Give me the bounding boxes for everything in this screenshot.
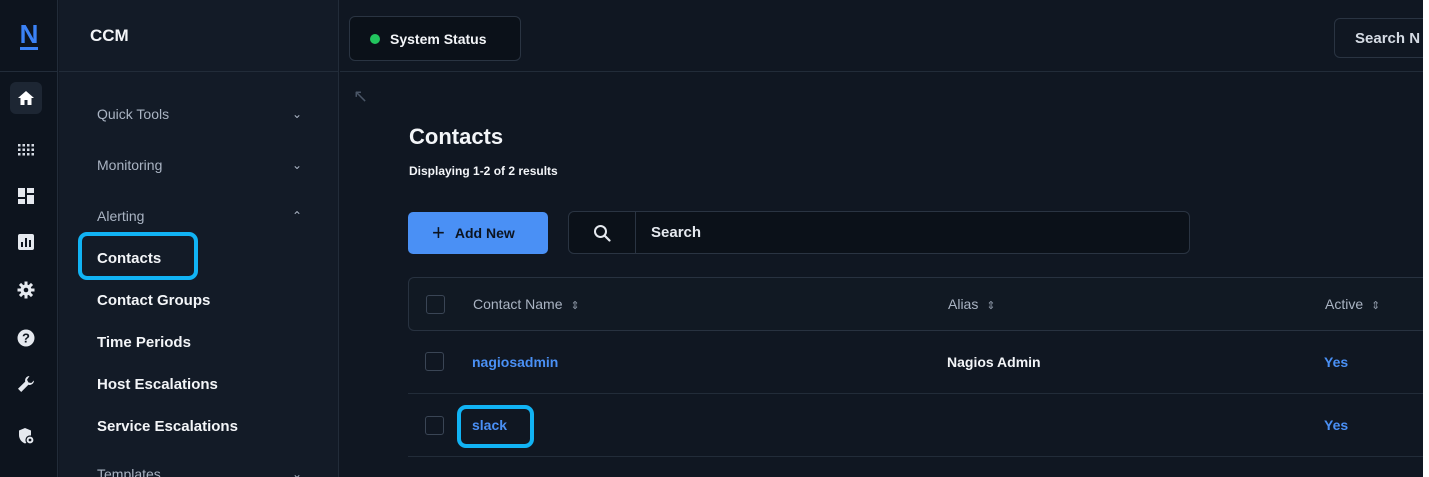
slack-highlight-ring (457, 405, 534, 448)
nav-group-label: Monitoring (97, 157, 163, 173)
contact-alias: Nagios Admin (947, 354, 1041, 370)
nav-group-label: Templates (97, 466, 161, 477)
app-frame: N ? CCM Quick Tools ⌄ Monitoring ⌄ Alert… (0, 0, 1423, 477)
logo-text: N (19, 19, 39, 50)
select-all-checkbox[interactable] (426, 295, 445, 314)
sidebar-item-time-periods[interactable]: Time Periods (97, 334, 191, 351)
sort-icon: ⇕ (570, 300, 580, 312)
sort-icon: ⇕ (1371, 300, 1381, 312)
add-new-label: Add New (454, 225, 515, 241)
chevron-down-icon: ⌄ (291, 107, 302, 121)
sidebar-title: CCM (90, 25, 129, 45)
contacts-highlight-ring (78, 232, 198, 280)
dashboard-icon[interactable] (10, 180, 42, 212)
column-header-label: Active (1325, 296, 1364, 312)
sort-icon: ⇕ (986, 300, 996, 312)
admin-shield-icon[interactable] (10, 420, 42, 452)
contacts-search (568, 211, 1190, 254)
search-input[interactable] (637, 212, 1177, 253)
column-header-label: Contact Name (473, 296, 563, 312)
global-search-button[interactable]: Search N (1334, 18, 1423, 58)
contact-active-status[interactable]: Yes (1324, 417, 1348, 433)
settings-gear-icon[interactable] (10, 274, 42, 306)
contacts-table: Contact Name ⇕ Alias ⇕ Active ⇕ nagiosadmin… (408, 277, 1423, 477)
nav-group-templates[interactable]: Templates ⌄ (97, 466, 302, 477)
global-search-label: Search N (1355, 29, 1421, 47)
sidebar-item-host-escalations[interactable]: Host Escalations (97, 376, 218, 393)
contact-active-status[interactable]: Yes (1324, 354, 1348, 370)
status-dot-icon (370, 33, 380, 44)
chevron-down-icon: ⌄ (291, 467, 302, 477)
sidebar-item-service-escalations[interactable]: Service Escalations (97, 418, 238, 435)
row-checkbox[interactable] (425, 352, 444, 371)
column-header-contact-name[interactable]: Contact Name ⇕ (473, 296, 580, 312)
table-header: Contact Name ⇕ Alias ⇕ Active ⇕ (408, 277, 1423, 331)
table-row: slack Yes (408, 395, 1423, 457)
nav-group-quick-tools[interactable]: Quick Tools ⌄ (97, 106, 302, 122)
reports-chart-icon[interactable] (10, 226, 42, 258)
sidebar: CCM Quick Tools ⌄ Monitoring ⌄ Alerting … (59, 0, 339, 477)
nav-group-label: Quick Tools (97, 106, 170, 122)
column-header-alias[interactable]: Alias ⇕ (948, 296, 996, 312)
icon-rail: N ? (0, 0, 58, 477)
search-icon[interactable] (569, 212, 636, 253)
system-status-button[interactable]: System Status (349, 16, 521, 61)
nav-group-alerting[interactable]: Alerting ⌃ (97, 208, 302, 224)
table-row: nagiosadmin Nagios Admin Yes (408, 332, 1423, 394)
sidebar-header: CCM (59, 0, 338, 72)
tools-wrench-icon[interactable] (10, 368, 42, 400)
system-status-label: System Status (390, 30, 487, 47)
chevron-up-icon: ⌃ (291, 209, 302, 223)
help-icon[interactable]: ? (10, 322, 42, 354)
collapse-arrow-icon[interactable]: ↖ (353, 86, 368, 107)
results-count: Displaying 1-2 of 2 results (409, 164, 558, 178)
nav-group-label: Alerting (97, 208, 145, 224)
add-new-button[interactable]: + Add New (408, 212, 548, 254)
app-logo[interactable]: N (0, 0, 58, 72)
nav-group-monitoring[interactable]: Monitoring ⌄ (97, 157, 302, 173)
plus-icon: + (432, 220, 445, 245)
column-header-active[interactable]: Active ⇕ (1325, 296, 1380, 312)
apps-grid-icon[interactable] (10, 134, 42, 166)
contact-name-link[interactable]: nagiosadmin (472, 354, 558, 370)
column-header-label: Alias (948, 296, 979, 312)
page-title: Contacts (409, 124, 504, 149)
chevron-down-icon: ⌄ (291, 158, 302, 172)
top-bar: System Status Search N (340, 0, 1423, 72)
row-checkbox[interactable] (425, 416, 444, 435)
sidebar-item-contact-groups[interactable]: Contact Groups (97, 292, 210, 309)
svg-text:?: ? (22, 331, 30, 346)
home-icon[interactable] (10, 82, 42, 114)
